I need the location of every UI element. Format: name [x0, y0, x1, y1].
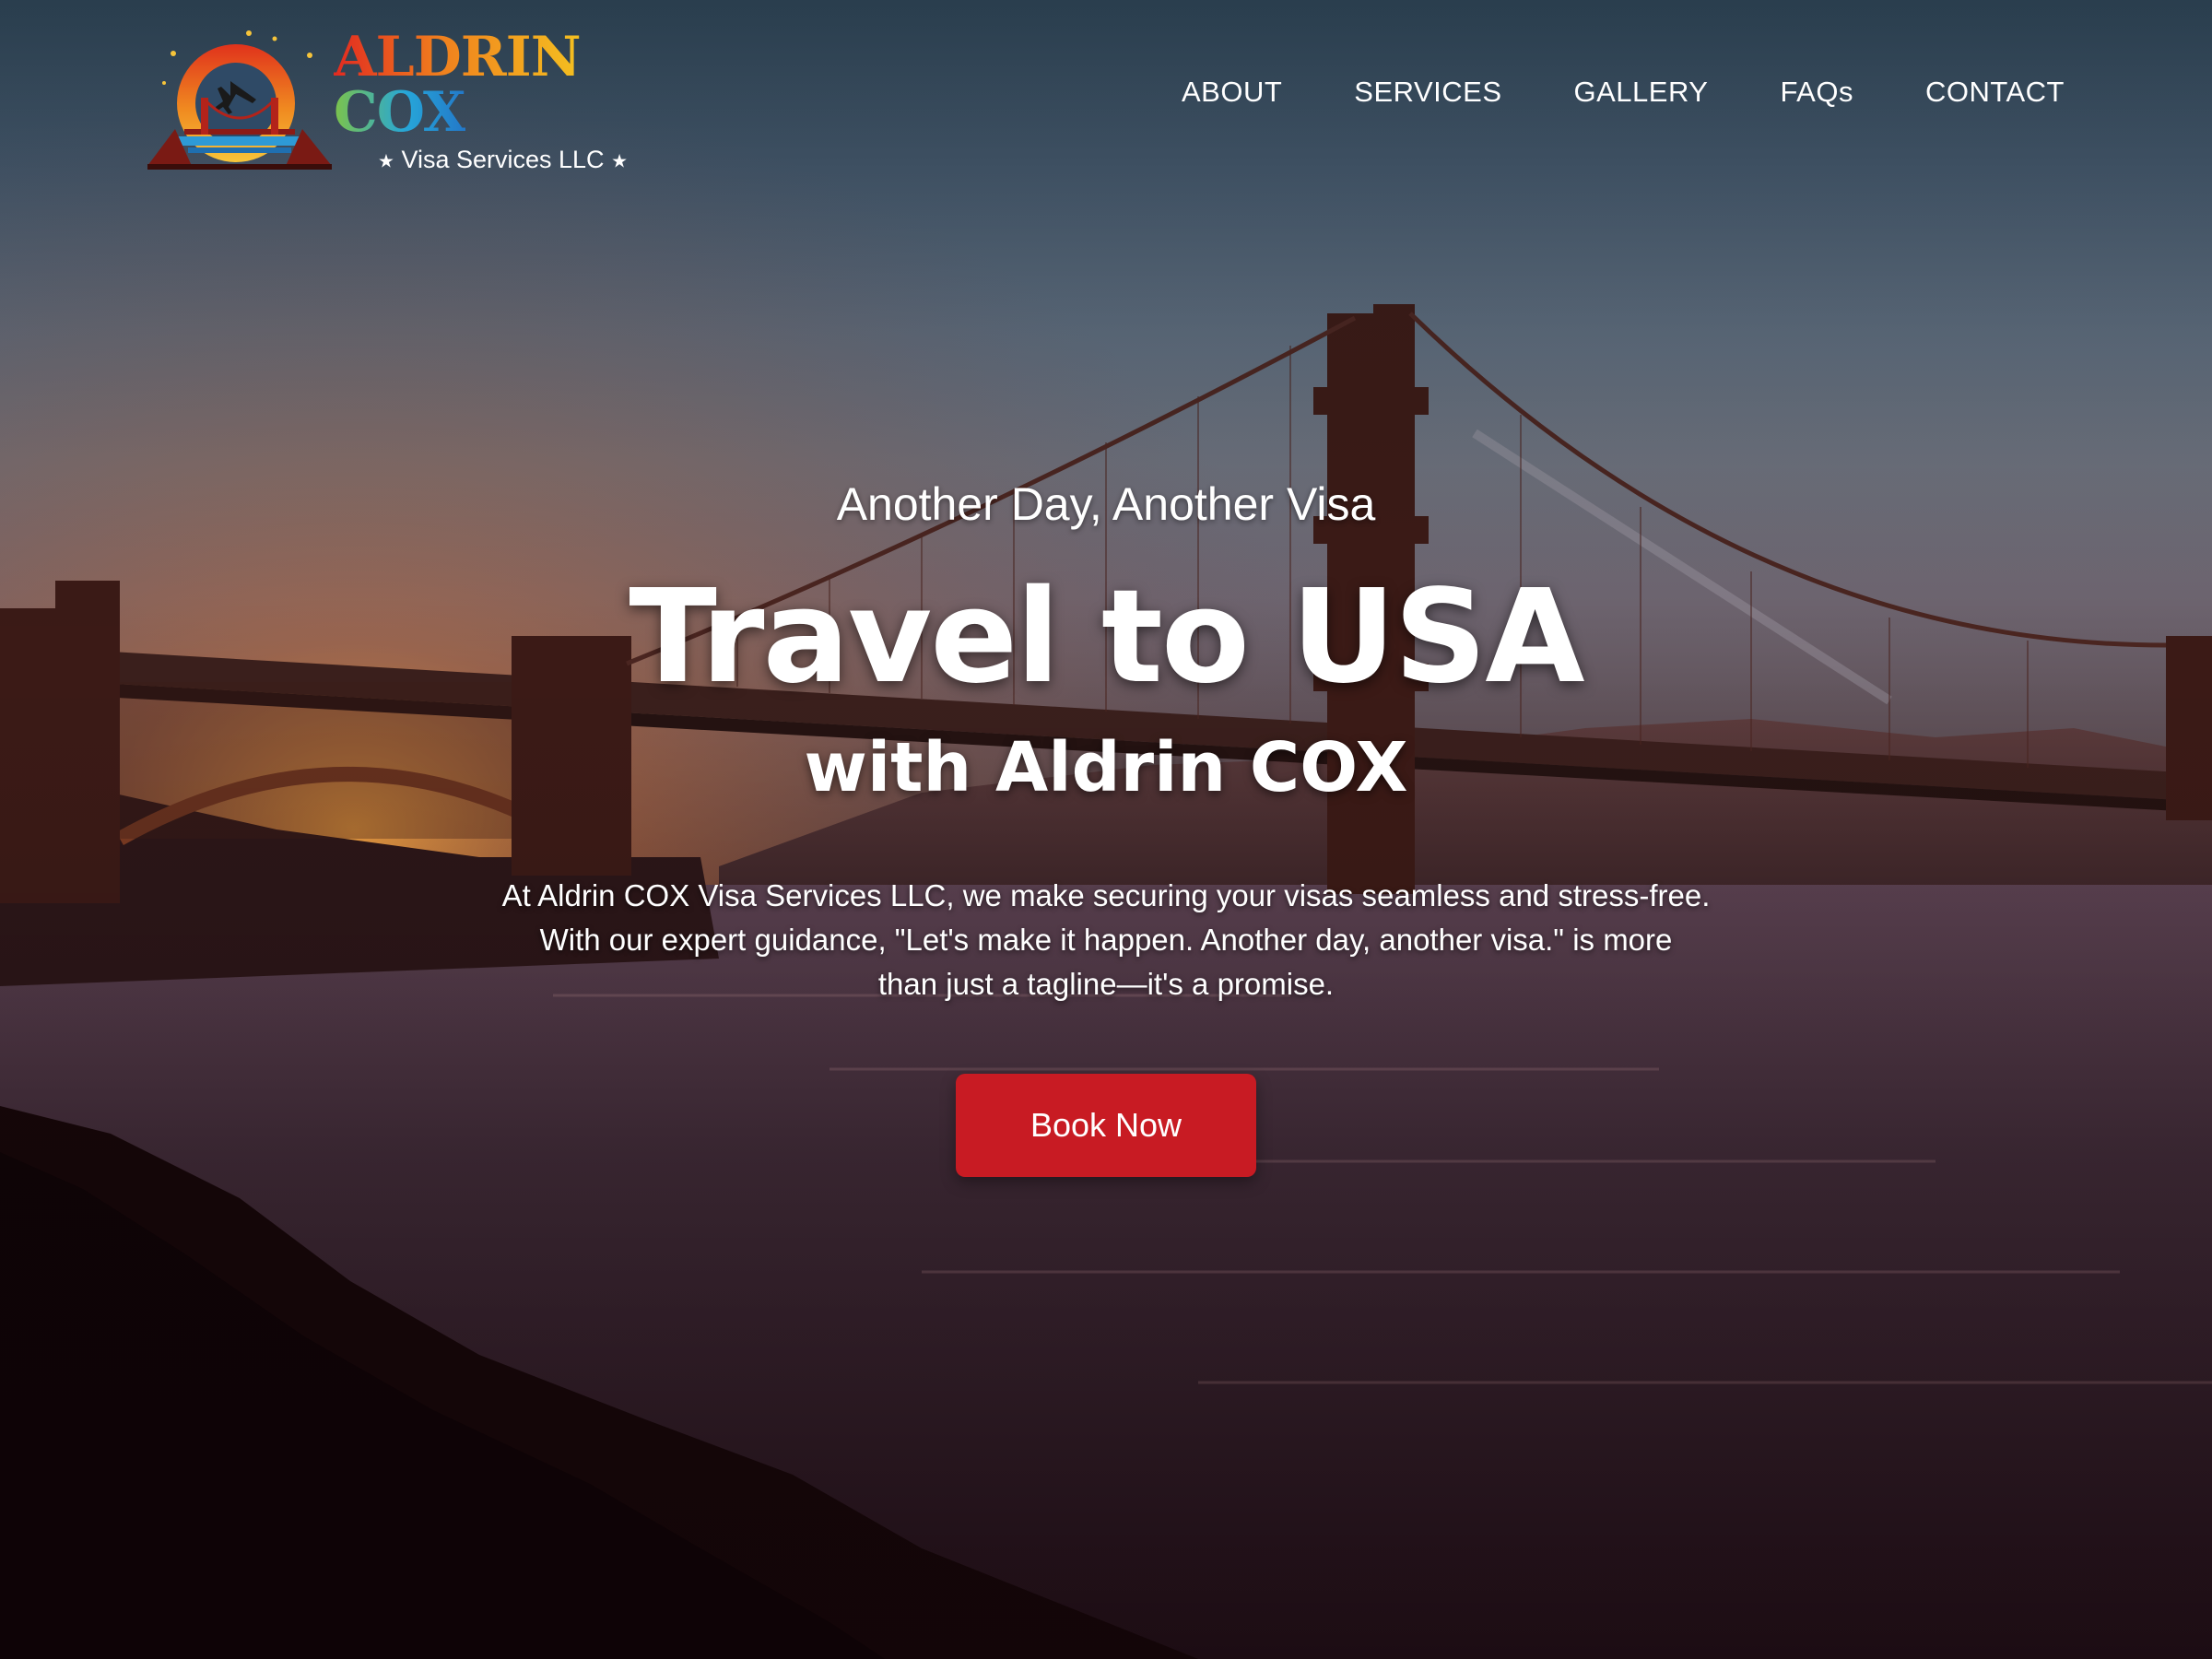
hero-description-line: With our expert guidance, "Let's make it… [539, 923, 1673, 957]
brand-logo[interactable]: ALDRIN COX ★ Visa Services LLC ★ [147, 28, 691, 175]
book-now-button[interactable]: Book Now [956, 1074, 1256, 1177]
nav-item-gallery[interactable]: GALLERY [1574, 76, 1709, 109]
hero-section: ALDRIN COX ★ Visa Services LLC ★ ABOUT S… [0, 0, 2212, 1659]
hero-subtitle: with Aldrin COX [804, 728, 1408, 807]
site-header: ALDRIN COX ★ Visa Services LLC ★ ABOUT S… [0, 0, 2212, 184]
hero-description-line: At Aldrin COX Visa Services LLC, we make… [501, 878, 1711, 912]
hero-description: At Aldrin COX Visa Services LLC, we make… [442, 874, 1770, 1006]
hero-overlay [0, 0, 2212, 1659]
sun-bridge-airplane-emblem-icon [147, 30, 332, 170]
hero-title: Travel to USA [629, 562, 1584, 712]
brand-text: ALDRIN COX ★ Visa Services LLC ★ [334, 29, 691, 174]
hero-eyebrow: Another Day, Another Visa [836, 478, 1376, 530]
nav-item-faqs[interactable]: FAQs [1780, 76, 1853, 109]
nav-item-about[interactable]: ABOUT [1182, 76, 1282, 109]
brand-name-part2: COX [334, 79, 466, 145]
nav-item-services[interactable]: SERVICES [1354, 76, 1501, 109]
main-nav: ABOUT SERVICES GALLERY FAQs CONTACT [1182, 76, 2065, 109]
brand-name: ALDRIN COX [334, 29, 691, 140]
star-icon: ★ [611, 150, 629, 171]
brand-subtitle: Visa Services LLC [401, 145, 605, 173]
hero-description-line: than just a tagline—it's a promise. [877, 967, 1335, 1001]
brand-name-part1: ALDRIN [334, 24, 582, 89]
nav-item-contact[interactable]: CONTACT [1925, 76, 2065, 109]
star-icon: ★ [378, 150, 394, 171]
brand-subtitle-row: ★ Visa Services LLC ★ [378, 146, 691, 174]
